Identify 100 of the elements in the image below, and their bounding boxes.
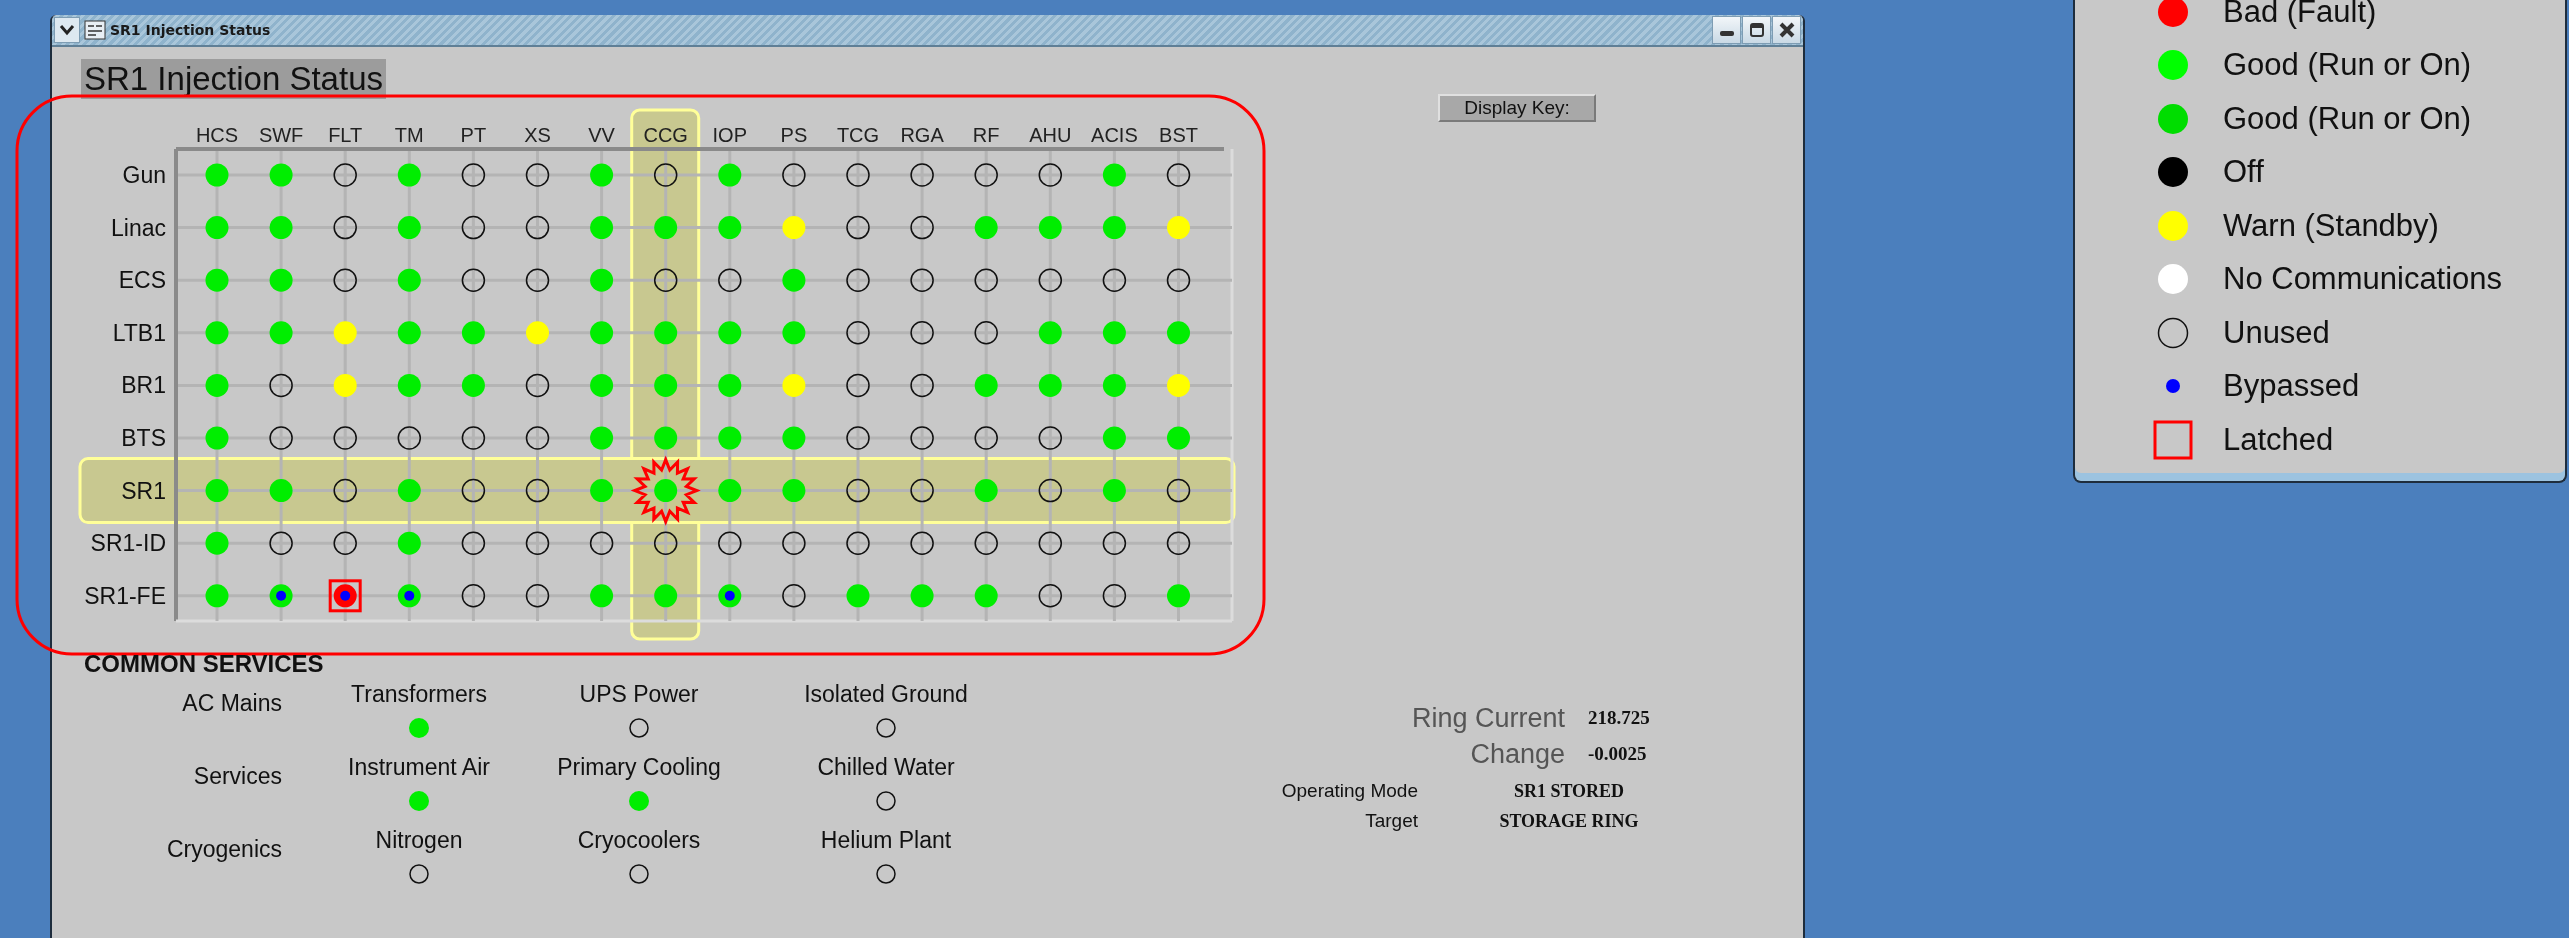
legend-label: Warn (Standby) xyxy=(2223,207,2439,244)
legend-label: Bypassed xyxy=(2223,368,2360,405)
status-indicator[interactable] xyxy=(525,215,550,240)
status-indicator[interactable] xyxy=(1102,584,1127,608)
row-label: SR1-ID xyxy=(90,530,166,557)
status-indicator[interactable] xyxy=(974,531,998,555)
status-indicator[interactable] xyxy=(718,268,742,292)
status-indicator[interactable] xyxy=(461,215,486,240)
status-indicator[interactable] xyxy=(782,531,806,555)
status-indicator[interactable] xyxy=(461,426,486,450)
column-header: SWF xyxy=(258,124,304,146)
window-menu-button[interactable] xyxy=(54,17,80,43)
row-label: SR1 xyxy=(121,477,166,504)
status-indicator xyxy=(874,789,898,813)
column-header: ACIS xyxy=(1091,124,1138,146)
status-indicator[interactable] xyxy=(910,268,934,292)
status-indicator[interactable] xyxy=(525,584,550,608)
status-indicator[interactable] xyxy=(461,531,486,555)
status-indicator[interactable] xyxy=(461,478,486,503)
column-header: TCG xyxy=(836,124,880,146)
service-label: UPS Power xyxy=(579,680,699,708)
status-indicator[interactable] xyxy=(269,373,293,398)
status-indicator[interactable] xyxy=(525,426,550,450)
status-indicator[interactable] xyxy=(333,426,357,450)
status-indicator[interactable] xyxy=(333,531,357,555)
status-indicator[interactable] xyxy=(1038,163,1063,187)
status-indicator[interactable] xyxy=(525,163,550,187)
status-indicator[interactable] xyxy=(846,215,870,240)
status-indicator[interactable] xyxy=(525,531,550,555)
status-indicator[interactable] xyxy=(846,478,870,503)
status-indicator[interactable] xyxy=(1038,531,1063,555)
page-heading: SR1 Injection Status xyxy=(81,59,386,99)
status-indicator[interactable] xyxy=(846,426,870,450)
legend-label: Latched xyxy=(2223,421,2334,458)
status-indicator[interactable] xyxy=(910,321,934,345)
status-indicator[interactable] xyxy=(397,584,421,608)
status-indicator[interactable] xyxy=(910,478,934,503)
status-indicator[interactable] xyxy=(846,531,870,555)
column-header: RGA xyxy=(900,124,944,146)
status-indicator[interactable] xyxy=(1166,478,1191,503)
status-indicator[interactable] xyxy=(333,268,357,292)
status-indicator[interactable] xyxy=(333,163,357,187)
info-label: Target xyxy=(1364,809,1418,833)
status-indicator[interactable] xyxy=(328,579,362,613)
status-indicator[interactable] xyxy=(525,478,550,503)
status-indicator[interactable] xyxy=(525,268,550,292)
status-indicator[interactable] xyxy=(910,163,934,187)
status-indicator[interactable] xyxy=(782,584,806,608)
legend-label: Bad (Fault) xyxy=(2223,0,2377,30)
status-indicator[interactable] xyxy=(333,215,357,240)
info-value: 218.725 xyxy=(1588,707,1651,729)
status-indicator[interactable] xyxy=(1038,426,1063,450)
status-indicator[interactable] xyxy=(846,373,870,398)
status-indicator[interactable] xyxy=(718,584,742,608)
status-indicator[interactable] xyxy=(1166,163,1191,187)
status-indicator[interactable] xyxy=(461,268,486,292)
status-indicator[interactable] xyxy=(1038,584,1063,608)
status-indicator[interactable] xyxy=(1102,531,1127,555)
legend-label: Unused xyxy=(2223,314,2330,351)
status-indicator[interactable] xyxy=(525,373,550,398)
status-indicator[interactable] xyxy=(1038,478,1063,503)
status-indicator[interactable] xyxy=(718,531,742,555)
minimize-icon xyxy=(1719,30,1734,36)
status-indicator[interactable] xyxy=(653,268,678,292)
status-indicator[interactable] xyxy=(910,531,934,555)
status-indicator[interactable] xyxy=(910,426,934,450)
status-indicator[interactable] xyxy=(782,163,806,187)
status-indicator[interactable] xyxy=(1166,531,1191,555)
status-indicator[interactable] xyxy=(653,531,678,555)
status-indicator[interactable] xyxy=(333,478,357,503)
maximize-button[interactable] xyxy=(1742,16,1771,44)
status-indicator[interactable] xyxy=(461,163,486,187)
status-indicator[interactable] xyxy=(846,163,870,187)
legend-label: No Communications xyxy=(2223,261,2503,298)
minimize-button[interactable] xyxy=(1712,16,1741,44)
display-key-button[interactable]: Display Key: xyxy=(1438,94,1596,122)
close-button[interactable] xyxy=(1772,16,1801,44)
info-value: SR1 STORED xyxy=(1512,780,1626,803)
status-indicator[interactable] xyxy=(1166,268,1191,292)
status-indicator[interactable] xyxy=(846,268,870,292)
status-indicator[interactable] xyxy=(269,531,293,555)
status-indicator[interactable] xyxy=(910,215,934,240)
status-indicator[interactable] xyxy=(910,373,934,398)
status-indicator[interactable] xyxy=(1102,268,1127,292)
status-indicator[interactable] xyxy=(269,584,293,608)
status-indicator[interactable] xyxy=(589,531,614,555)
section-heading: COMMON SERVICES xyxy=(84,650,325,678)
status-indicator[interactable] xyxy=(974,321,998,345)
column-header: AHU xyxy=(1029,124,1072,146)
status-indicator[interactable] xyxy=(974,268,998,292)
status-indicator[interactable] xyxy=(974,426,998,450)
status-indicator[interactable] xyxy=(1038,268,1063,292)
status-indicator[interactable] xyxy=(269,426,293,450)
status-indicator[interactable] xyxy=(974,163,998,187)
status-indicator[interactable] xyxy=(846,321,870,345)
status-indicator[interactable] xyxy=(461,584,486,608)
status-indicator[interactable] xyxy=(397,426,422,450)
status-indicator[interactable] xyxy=(653,163,678,187)
service-label: Chilled Water xyxy=(817,753,955,781)
service-label: Cryocoolers xyxy=(577,826,701,854)
